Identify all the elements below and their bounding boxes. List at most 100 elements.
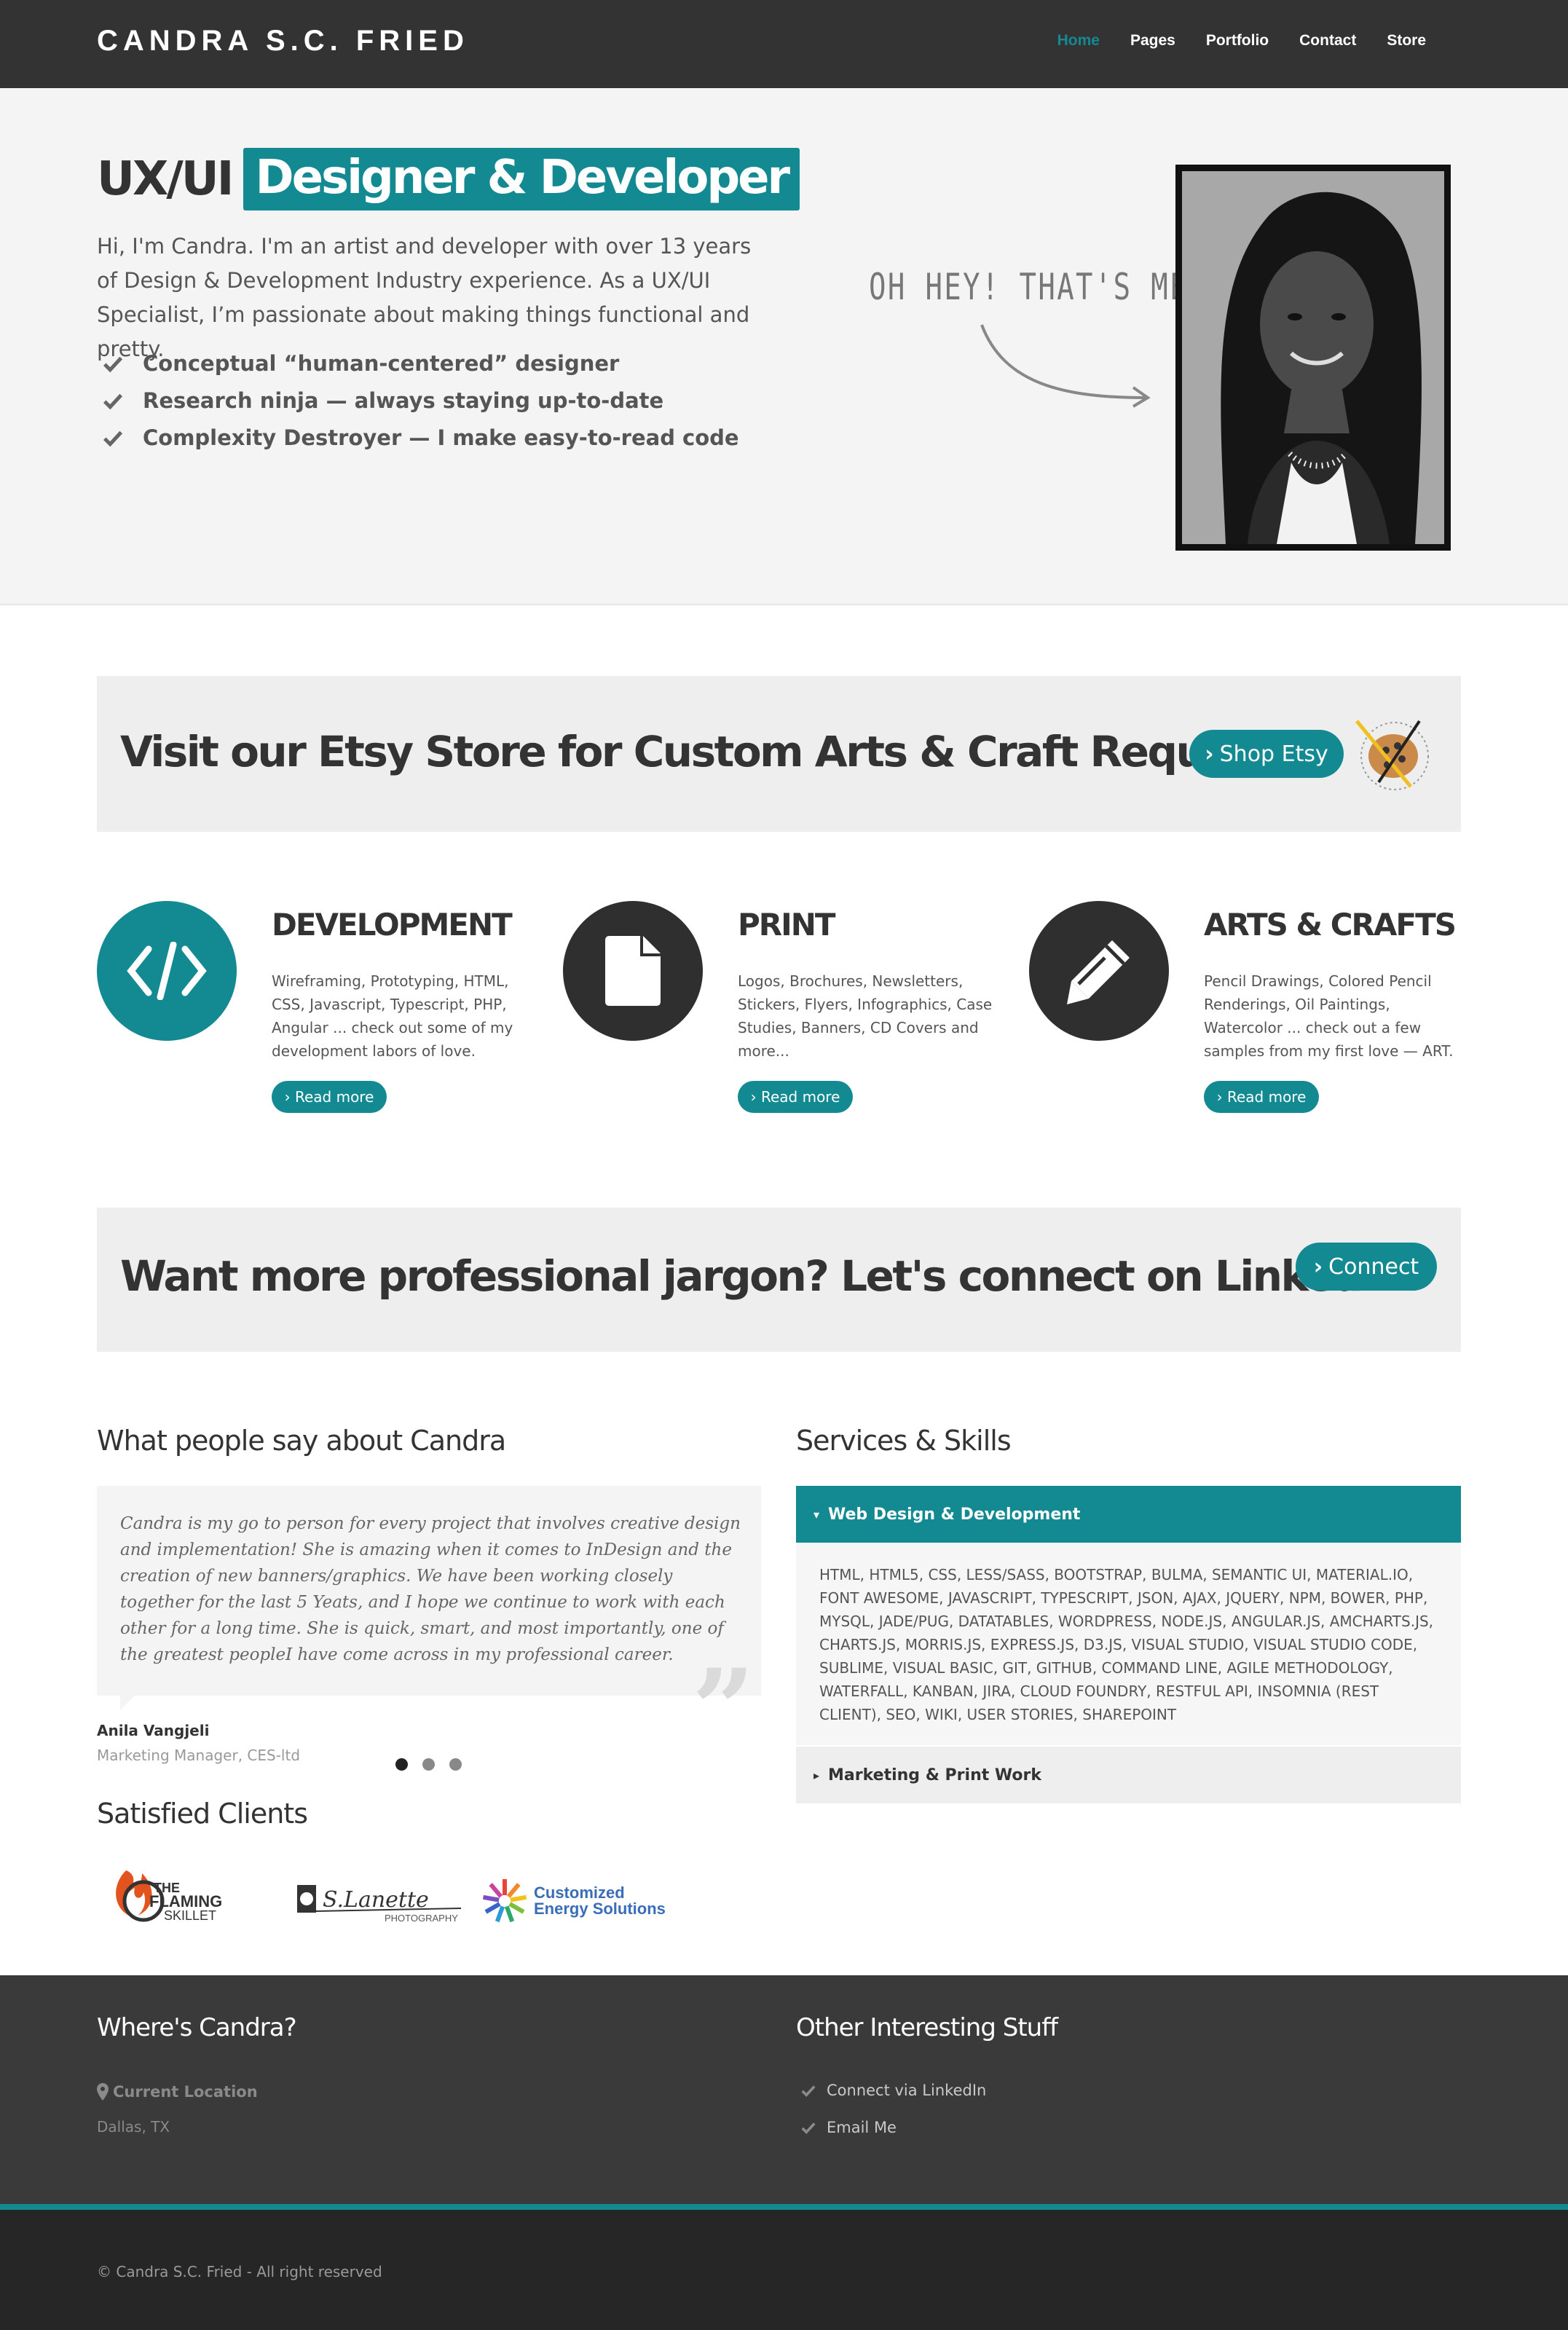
site-brand[interactable]: CANDRA S.C. FRIED [97, 25, 469, 58]
read-more-button[interactable]: › Read more [1204, 1081, 1319, 1113]
chevron-right-icon: › [284, 1088, 295, 1106]
copyright-text: © Candra S.C. Fried - All right reserved [97, 2263, 382, 2280]
file-icon [605, 936, 661, 1006]
read-more-button[interactable]: › Read more [272, 1081, 387, 1113]
curved-arrow-icon [980, 324, 1151, 408]
hero-title-plain: UX/UI [97, 152, 234, 206]
shop-etsy-button[interactable]: › Shop Etsy [1189, 730, 1344, 778]
quote-mark-icon: ” [692, 1645, 755, 1774]
location-value: Dallas, TX [97, 2118, 170, 2136]
testimonial-author: Anila Vangjeli [97, 1722, 210, 1739]
service-arts-circle [1029, 901, 1169, 1041]
client-logo-text: PHOTOGRAPHY [385, 1913, 458, 1924]
art-palette-icon [1355, 720, 1429, 790]
footer-location-heading: Where's Candra? [97, 2013, 297, 2042]
connect-label: Connect [1328, 1253, 1419, 1280]
checklist-text: Research ninja — always staying up-to-da… [143, 387, 664, 413]
linkedin-banner: Want more professional jargon? Let's con… [97, 1208, 1461, 1352]
accordion-marketing-print[interactable]: ▸ Marketing & Print Work [796, 1747, 1461, 1803]
client-logo-flaming-skillet[interactable]: THE FLAMING SKILLET [116, 1870, 222, 1923]
checklist-item: Conceptual “human-centered” designer [102, 345, 739, 382]
location-label-text: Current Location [113, 2083, 258, 2101]
caret-down-icon: ▾ [813, 1507, 820, 1522]
check-icon [801, 2085, 816, 2097]
read-more-label: Read more [760, 1088, 840, 1106]
testimonials-heading: What people say about Candra [97, 1425, 506, 1457]
footer-link-linkedin[interactable]: Connect via LinkedIn [800, 2071, 986, 2109]
hero-section: UX/UI Designer & Developer Hi, I'm Candr… [0, 88, 1568, 605]
chevron-right-icon: › [1216, 1088, 1227, 1106]
shop-etsy-label: Shop Etsy [1219, 741, 1328, 767]
caret-right-icon: ▸ [813, 1768, 820, 1782]
copyright-bar: © Candra S.C. Fried - All right reserved [0, 2210, 1568, 2330]
testimonial-box: Candra is my go to person for every proj… [97, 1486, 761, 1696]
hero-title-highlight: Designer & Developer [243, 148, 800, 210]
service-title: ARTS & CRAFTS [1204, 907, 1457, 942]
footer-link-label: Connect via LinkedIn [827, 2081, 987, 2099]
service-title: DEVELOPMENT [272, 907, 513, 942]
check-icon [801, 2122, 816, 2134]
footer-link-label: Email Me [827, 2118, 897, 2136]
accordion-title: Marketing & Print Work [828, 1766, 1041, 1784]
carousel-dot-1[interactable] [395, 1758, 408, 1771]
skills-heading: Services & Skills [796, 1425, 1012, 1457]
read-more-label: Read more [1226, 1088, 1307, 1106]
service-title: PRINT [738, 907, 836, 942]
accordion-web-design[interactable]: ▾ Web Design & Development [796, 1486, 1461, 1543]
check-icon [103, 356, 123, 372]
main-nav: Home Pages Portfolio Contact Store [1027, 32, 1426, 50]
read-more-button[interactable]: › Read more [738, 1081, 853, 1113]
etsy-banner: Visit our Etsy Store for Custom Arts & C… [97, 676, 1461, 832]
nav-home[interactable]: Home [1057, 32, 1100, 50]
read-more-label: Read more [294, 1088, 374, 1106]
footer-links: Connect via LinkedIn Email Me [800, 2071, 986, 2146]
service-text: Logos, Brochures, Newsletters, Stickers,… [738, 972, 993, 1060]
service-text: Pencil Drawings, Colored Pencil Renderin… [1204, 972, 1454, 1060]
footer: Where's Candra? Current Location Dallas,… [0, 1975, 1568, 2207]
checklist-item: Complexity Destroyer — I make easy-to-re… [102, 419, 739, 456]
linkedin-banner-heading: Want more professional jargon? Let's con… [120, 1251, 1419, 1301]
accordion-title: Web Design & Development [828, 1505, 1081, 1524]
clients-heading: Satisfied Clients [97, 1798, 308, 1830]
chevron-right-icon: › [1205, 741, 1214, 767]
client-logo-text: Energy Solutions [534, 1900, 666, 1918]
nav-store[interactable]: Store [1387, 32, 1426, 50]
code-icon [127, 942, 207, 1000]
checklist-text: Complexity Destroyer — I make easy-to-re… [143, 425, 739, 450]
pencil-icon [1067, 940, 1130, 1004]
footer-divider [0, 2204, 1568, 2210]
check-icon [103, 393, 123, 409]
etsy-banner-heading: Visit our Etsy Store for Custom Arts & C… [120, 727, 1298, 776]
checklist-item: Research ninja — always staying up-to-da… [102, 382, 739, 419]
footer-links-heading: Other Interesting Stuff [796, 2013, 1058, 2042]
testimonial-role: Marketing Manager, CES-ltd [97, 1747, 301, 1764]
chevron-right-icon: › [750, 1088, 761, 1106]
service-development-circle [97, 901, 237, 1041]
location-label: Current Location [97, 2083, 258, 2101]
map-marker-icon [97, 2083, 109, 2101]
carousel-dot-3[interactable] [449, 1758, 462, 1771]
chevron-right-icon: › [1313, 1253, 1323, 1280]
client-logo-text: SKILLET [164, 1908, 216, 1923]
footer-link-email[interactable]: Email Me [800, 2109, 986, 2146]
service-text: Wireframing, Prototyping, HTML, CSS, Jav… [272, 972, 513, 1060]
hero-title: UX/UI Designer & Developer [97, 148, 800, 210]
checklist-text: Conceptual “human-centered” designer [143, 350, 620, 376]
portrait-illustration [1182, 171, 1444, 544]
top-navbar: CANDRA S.C. FRIED Home Pages Portfolio C… [0, 0, 1568, 88]
client-logos: THE FLAMING SKILLET S.Lanette PHOTOGRAPH… [116, 1870, 666, 1924]
check-icon [103, 430, 123, 446]
accordion-web-design-content: HTML, HTML5, CSS, LESS/SASS, BOOTSTRAP, … [796, 1543, 1461, 1745]
carousel-dots [395, 1758, 462, 1771]
nav-pages[interactable]: Pages [1130, 32, 1175, 50]
connect-button[interactable]: › Connect [1296, 1243, 1437, 1291]
hero-callout: OH HEY! THAT'S ME! [869, 266, 1207, 308]
nav-portfolio[interactable]: Portfolio [1206, 32, 1269, 50]
profile-photo [1175, 165, 1451, 551]
client-logo-customized-energy[interactable]: Customized Energy Solutions [482, 1879, 666, 1923]
hero-checklist: Conceptual “human-centered” designer Res… [102, 345, 739, 456]
client-logo-slanette[interactable]: S.Lanette PHOTOGRAPHY [297, 1885, 462, 1924]
testimonial-tail [120, 1694, 136, 1710]
carousel-dot-2[interactable] [422, 1758, 435, 1771]
nav-contact[interactable]: Contact [1299, 32, 1356, 50]
